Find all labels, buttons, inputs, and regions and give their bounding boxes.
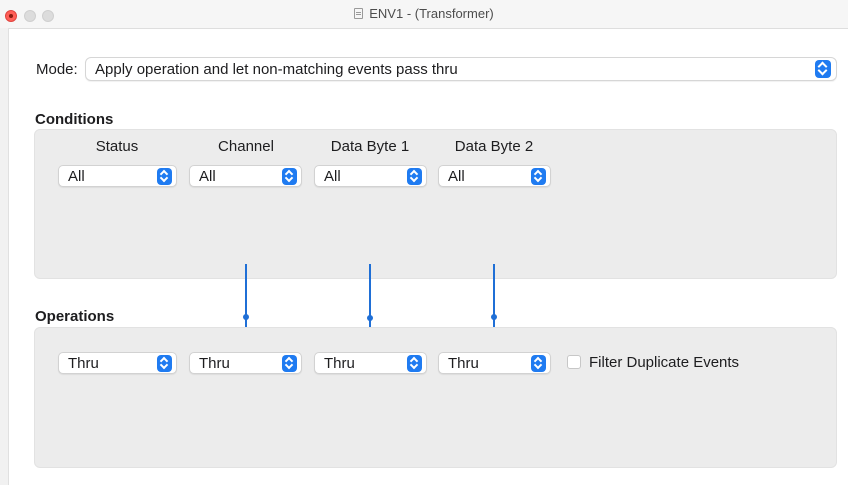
chevron-up-down-icon [282,355,297,372]
data-byte-1-operation-value: Thru [324,355,355,372]
data-byte-2-condition-popup[interactable]: All [438,165,551,187]
status-condition-popup[interactable]: All [58,165,177,187]
filter-duplicate-events-checkbox[interactable] [567,355,581,369]
status-header: Status [95,138,139,155]
status-operation-popup[interactable]: Thru [58,352,177,374]
mode-value: Apply operation and let non-matching eve… [95,61,458,78]
operations-panel [34,327,837,468]
operations-title: Operations [35,308,115,325]
title-bar[interactable]: ENV1 - (Transformer) [0,0,848,29]
connector-node-icon [367,315,373,321]
data-byte-1-header: Data Byte 1 [330,138,410,155]
window-title-text: ENV1 - (Transformer) [369,6,494,21]
data-byte-1-condition-popup[interactable]: All [314,165,427,187]
data-byte-1-operation-popup[interactable]: Thru [314,352,427,374]
chevron-up-down-icon [531,355,546,372]
status-operation-value: Thru [68,355,99,372]
window-title: ENV1 - (Transformer) [0,6,848,21]
chevron-up-down-icon [407,355,422,372]
mode-popup[interactable]: Apply operation and let non-matching eve… [85,57,837,81]
window-left-edge [0,28,9,485]
data-byte-2-operation-value: Thru [448,355,479,372]
connector-node-icon [491,314,497,320]
data-byte-2-condition-value: All [448,168,465,185]
transformer-window: ENV1 - (Transformer) Mode: Apply operati… [0,0,848,485]
chevron-up-down-icon [815,60,831,78]
chevron-up-down-icon [157,168,172,185]
conditions-title: Conditions [35,111,114,128]
connector-node-icon [243,314,249,320]
channel-condition-value: All [199,168,216,185]
filter-duplicate-events-label[interactable]: Filter Duplicate Events [589,354,739,371]
channel-operation-popup[interactable]: Thru [189,352,302,374]
chevron-up-down-icon [531,168,546,185]
status-condition-value: All [68,168,85,185]
document-icon [354,8,364,19]
data-byte-2-operation-popup[interactable]: Thru [438,352,551,374]
chevron-up-down-icon [282,168,297,185]
channel-operation-value: Thru [199,355,230,372]
channel-header: Channel [218,138,274,155]
chevron-up-down-icon [157,355,172,372]
channel-condition-popup[interactable]: All [189,165,302,187]
chevron-up-down-icon [407,168,422,185]
data-byte-2-header: Data Byte 2 [454,138,534,155]
mode-label: Mode: [36,61,78,78]
data-byte-1-condition-value: All [324,168,341,185]
